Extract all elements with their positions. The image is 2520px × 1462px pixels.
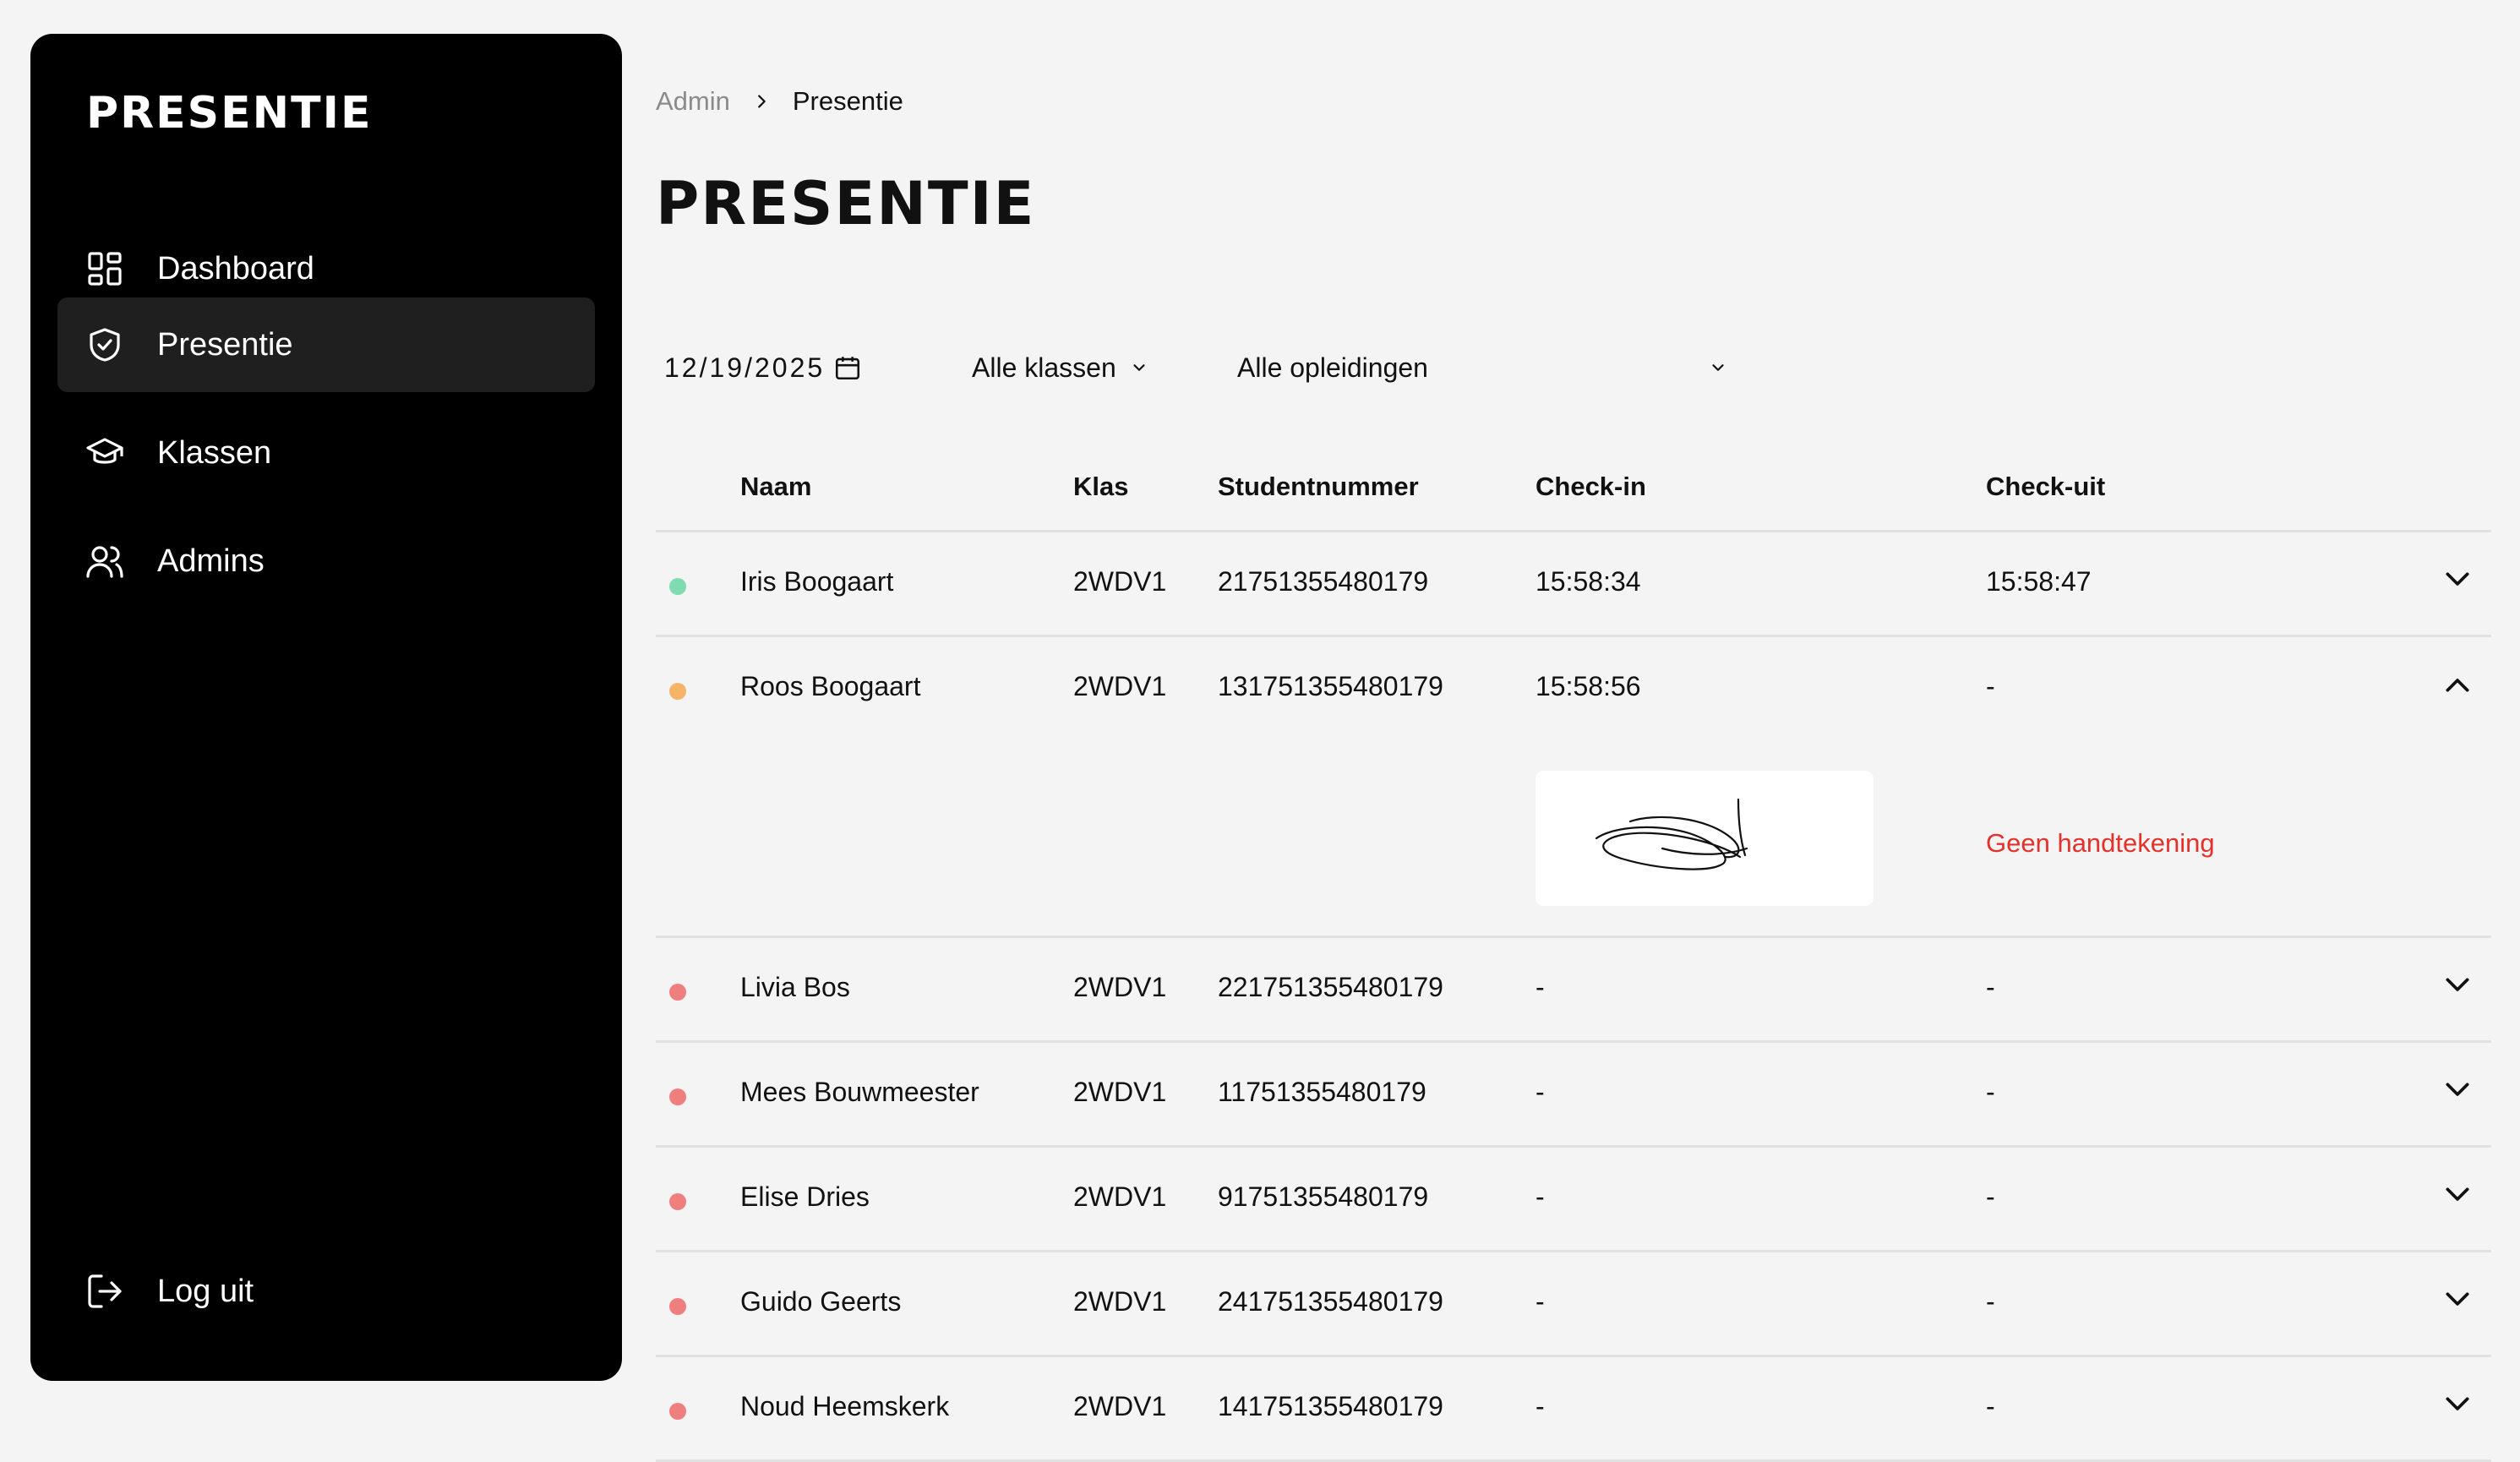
student-klas: 2WDV1 [1073, 671, 1167, 701]
checkout-time: - [1986, 1391, 1995, 1421]
checkin-time: - [1535, 1181, 1545, 1212]
student-name: Elise Dries [740, 1181, 870, 1212]
chevron-down-icon[interactable] [2441, 968, 2474, 1002]
checkin-time: 15:58:56 [1535, 671, 1641, 701]
logout-icon [88, 1274, 122, 1308]
student-number: 91751355480179 [1218, 1181, 1429, 1212]
no-signature-text: Geen handtekening [1986, 828, 2215, 858]
student-number: 241751355480179 [1218, 1286, 1443, 1317]
class-select-value: Alle klassen [972, 352, 1116, 383]
sidebar-item-label: Presentie [157, 326, 293, 363]
chevron-up-icon[interactable] [2441, 668, 2474, 701]
chevron-down-icon [1133, 364, 1145, 371]
logout-label: Log uit [157, 1273, 254, 1309]
header-checkin: Check-in [1535, 472, 1646, 501]
status-dot [669, 578, 686, 595]
student-klas: 2WDV1 [1073, 1181, 1167, 1212]
table-row[interactable]: Elise Dries 2WDV1 91751355480179 - - [656, 1148, 2491, 1252]
checkin-time: - [1535, 1077, 1545, 1107]
chevron-right-icon [752, 92, 771, 111]
student-klas: 2WDV1 [1073, 566, 1167, 597]
app-logo: PRESENTIE [86, 88, 373, 139]
sidebar: PRESENTIE Dashboard Presentie Klassen Ad… [30, 34, 622, 1381]
header-naam: Naam [740, 472, 812, 501]
checkin-time: 15:58:34 [1535, 566, 1641, 597]
chevron-down-icon[interactable] [2441, 1388, 2474, 1421]
checkin-signature [1535, 771, 1874, 906]
student-number: 21751355480179 [1218, 566, 1429, 597]
header-checkout: Check-uit [1986, 472, 2106, 501]
checkin-time: - [1535, 1391, 1545, 1421]
shield-check-icon [90, 328, 120, 362]
graduation-cap-icon [86, 438, 123, 464]
chevron-down-icon[interactable] [2441, 1283, 2474, 1317]
signature-image [1595, 798, 1748, 870]
student-name: Noud Heemskerk [740, 1391, 950, 1421]
dashboard-icon [88, 252, 122, 286]
class-select[interactable]: Alle klassen [972, 346, 1148, 389]
sidebar-item-presentie[interactable]: Presentie [57, 297, 595, 392]
checkout-time: - [1986, 1181, 1995, 1212]
student-number: 131751355480179 [1218, 671, 1443, 701]
student-klas: 2WDV1 [1073, 972, 1167, 1002]
main-content: Admin Presentie PRESENTIE 12/19/2025 All… [656, 0, 2520, 1462]
checkout-time: 15:58:47 [1986, 566, 2092, 597]
status-dot [669, 1298, 686, 1315]
checkout-time: - [1986, 671, 1995, 701]
student-klas: 2WDV1 [1073, 1391, 1167, 1421]
filter-bar: 12/19/2025 Alle klassen Alle opleidingen [664, 346, 1763, 389]
breadcrumb-root[interactable]: Admin [656, 86, 730, 117]
checkout-time: - [1986, 1286, 1995, 1317]
chevron-down-icon[interactable] [2441, 1073, 2474, 1107]
table-row[interactable]: Noud Heemskerk 2WDV1 141751355480179 - - [656, 1357, 2491, 1462]
student-number: 221751355480179 [1218, 972, 1443, 1002]
table-row-expanded[interactable]: Roos Boogaart 2WDV1 131751355480179 15:5… [656, 637, 2491, 938]
status-dot [669, 683, 686, 700]
status-dot [669, 1088, 686, 1105]
table-row[interactable]: Guido Geerts 2WDV1 241751355480179 - - [656, 1252, 2491, 1357]
student-number: 11751355480179 [1218, 1077, 1426, 1107]
student-name: Iris Boogaart [740, 566, 894, 597]
status-dot [669, 984, 686, 1001]
education-select[interactable]: Alle opleidingen [1237, 346, 1727, 389]
student-klas: 2WDV1 [1073, 1077, 1167, 1107]
calendar-icon [836, 357, 860, 380]
table-row[interactable]: Livia Bos 2WDV1 221751355480179 - - [656, 938, 2491, 1043]
student-name: Guido Geerts [740, 1286, 902, 1317]
chevron-down-icon [1712, 364, 1724, 371]
chevron-down-icon[interactable] [2441, 563, 2474, 597]
sidebar-item-label: Admins [157, 543, 265, 579]
table-row[interactable]: Mees Bouwmeester 2WDV1 11751355480179 - … [656, 1043, 2491, 1148]
sidebar-item-klassen[interactable]: Klassen [57, 406, 595, 500]
student-name: Roos Boogaart [740, 671, 921, 701]
checkin-time: - [1535, 972, 1545, 1002]
status-dot [669, 1403, 686, 1420]
breadcrumb-current: Presentie [792, 86, 903, 116]
header-studentnummer: Studentnummer [1218, 472, 1419, 501]
breadcrumb: Admin Presentie [656, 86, 903, 117]
checkout-time: - [1986, 1077, 1995, 1107]
date-value: 12/19/2025 [664, 352, 826, 383]
sidebar-item-label: Dashboard [157, 250, 314, 286]
checkin-time: - [1535, 1286, 1545, 1317]
logout-button[interactable]: Log uit [57, 1244, 595, 1339]
checkout-time: - [1986, 972, 1995, 1002]
page-title: PRESENTIE [656, 169, 1036, 238]
status-dot [669, 1193, 686, 1210]
table-row[interactable]: Iris Boogaart 2WDV1 21751355480179 15:58… [656, 532, 2491, 637]
attendance-table: Naam Klas Studentnummer Check-in Check-u… [656, 463, 2491, 1462]
student-number: 141751355480179 [1218, 1391, 1443, 1421]
sidebar-item-admins[interactable]: Admins [57, 514, 595, 608]
student-name: Mees Bouwmeester [740, 1077, 979, 1107]
education-select-value: Alle opleidingen [1237, 352, 1428, 383]
student-klas: 2WDV1 [1073, 1286, 1167, 1317]
chevron-down-icon[interactable] [2441, 1178, 2474, 1212]
header-klas: Klas [1073, 472, 1129, 501]
users-icon [86, 546, 123, 578]
student-name: Livia Bos [740, 972, 850, 1002]
date-picker[interactable]: 12/19/2025 [664, 346, 862, 389]
table-header: Naam Klas Studentnummer Check-in Check-u… [656, 463, 2491, 532]
sidebar-item-label: Klassen [157, 434, 272, 471]
